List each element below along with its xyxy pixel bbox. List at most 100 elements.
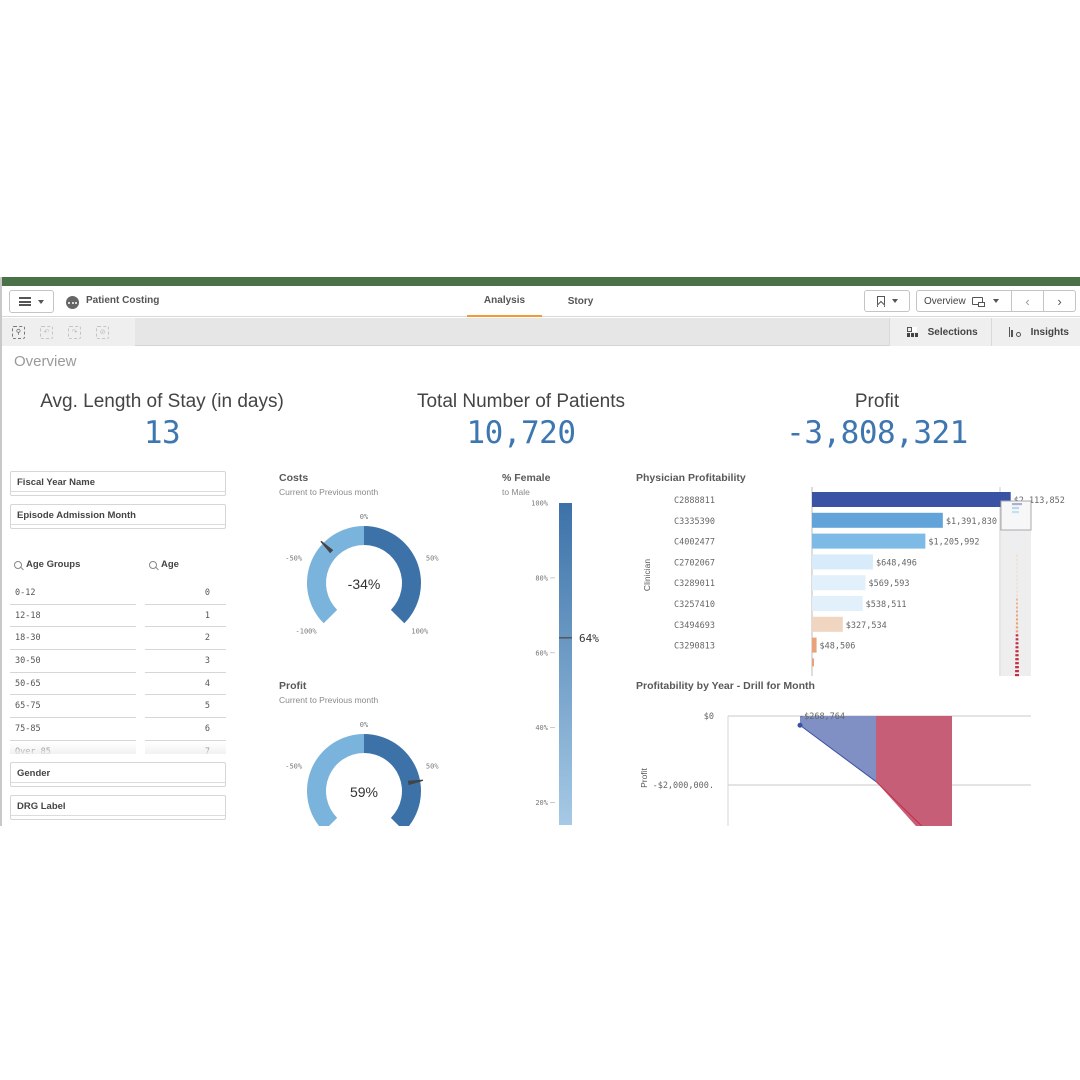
gauge-segment-0: [307, 526, 364, 624]
minimap-bar: [1016, 570, 1018, 573]
step-forward-icon[interactable]: ↷: [68, 325, 81, 339]
category-label: C3335390: [674, 517, 715, 527]
list-item[interactable]: 0: [145, 582, 226, 605]
minimap-bar: [1015, 650, 1019, 653]
minimap-bar: [1015, 654, 1019, 657]
chevron-down-icon: [992, 299, 999, 303]
list-item[interactable]: 30-50: [10, 650, 136, 673]
list-item[interactable]: 6: [145, 718, 226, 741]
category-label: C3494693: [674, 621, 715, 631]
axis-tick-label: 80%: [535, 574, 548, 582]
age-listbox[interactable]: 0 1 2 3 4 5 6 7: [145, 582, 226, 754]
step-back-icon[interactable]: ↶: [40, 325, 53, 339]
physician-profitability-title: Physician Profitability: [636, 472, 746, 484]
axis-tick-label: 60%: [535, 649, 548, 657]
minimap-bar: [1015, 670, 1019, 673]
list-item[interactable]: 1: [145, 605, 226, 628]
filter-drg-label[interactable]: DRG Label: [10, 795, 226, 820]
bar-value-label: $327,534: [846, 621, 887, 631]
kpi-value: 13: [143, 415, 181, 451]
list-item[interactable]: 75-85: [10, 718, 136, 741]
minimap-bar: [1016, 558, 1018, 561]
filter-gender[interactable]: Gender: [10, 762, 226, 787]
list-item[interactable]: 3: [145, 650, 226, 673]
minimap-bar: [1016, 606, 1018, 609]
age-groups-listbox[interactable]: 0-12 12-18 18-30 30-50 50-65 65-75 75-85…: [10, 582, 136, 754]
minimap-bar: [1015, 618, 1019, 621]
costs-gauge-subtitle: Current to Previous month: [279, 487, 379, 497]
app-options-icon[interactable]: [66, 296, 79, 309]
kpi-total-patients[interactable]: Total Number of Patients 10,720: [397, 391, 645, 451]
gauge-value-label: 59%: [350, 784, 378, 800]
area-series-0: [800, 716, 876, 782]
sheet-selector-dropdown[interactable]: Overview: [917, 291, 1012, 311]
bar-value-label: $648,496: [876, 558, 917, 568]
sheet-navigator: Overview ‹ ›: [916, 290, 1076, 312]
list-item[interactable]: 0-12: [10, 582, 136, 605]
minimap-bar: [1016, 582, 1018, 585]
tab-story[interactable]: Story: [543, 286, 618, 317]
profitability-by-year-chart[interactable]: $0 -$2,000,000. Profit -$268,764: [636, 697, 1036, 826]
gauge-value-label: -34%: [348, 576, 381, 592]
insights-button[interactable]: Insights: [990, 318, 1080, 346]
age-groups-header[interactable]: Age Groups: [14, 559, 80, 570]
minimap-bar: [1015, 666, 1019, 669]
profit-gauge-title: Profit: [279, 680, 307, 692]
tab-analysis[interactable]: Analysis: [467, 286, 542, 317]
smart-search-icon[interactable]: ⚲: [12, 325, 25, 339]
costs-gauge[interactable]: -100% -50% 0% 50% 100% -34%: [264, 497, 464, 662]
axis-tick-label: 40%: [535, 724, 548, 732]
minimap-bar: [1016, 590, 1018, 593]
kpi-profit[interactable]: Profit -3,808,321: [747, 391, 1007, 451]
sheet-selector-label: Overview: [924, 295, 966, 307]
list-item[interactable]: 4: [145, 673, 226, 696]
list-item[interactable]: 5: [145, 695, 226, 719]
category-label: C2702067: [674, 558, 715, 568]
filter-fiscal-year-name[interactable]: Fiscal Year Name: [10, 471, 226, 496]
filter-episode-admission-month[interactable]: Episode Admission Month: [10, 504, 226, 529]
listbox-fade: [145, 742, 226, 754]
list-item[interactable]: 18-30: [10, 627, 136, 651]
brand-bar: [2, 277, 1080, 286]
female-bar-subtitle: to Male: [502, 487, 530, 497]
minimap-bar: [1016, 538, 1018, 541]
gauge-tick-label: -50%: [285, 762, 303, 770]
minimap-bar: [1016, 562, 1018, 565]
gauge-segment-0: [307, 734, 364, 826]
clear-selections-icon[interactable]: ⊘: [96, 325, 109, 339]
age-header[interactable]: Age: [149, 559, 179, 570]
female-bar-title: % Female: [502, 472, 551, 484]
female-percent-bar[interactable]: 100% 80% 60% 40% 20% 64%: [502, 500, 622, 826]
bar: [812, 575, 866, 591]
minimap-bar: [1015, 646, 1019, 649]
sheet-icon: [971, 297, 985, 307]
minimap-bar: [1016, 602, 1018, 605]
app-title: Patient Costing: [86, 295, 160, 306]
category-label: C3289011: [674, 579, 715, 589]
next-sheet-button[interactable]: ›: [1044, 291, 1075, 311]
list-item[interactable]: 50-65: [10, 673, 136, 696]
profit-gauge[interactable]: -50% 0% 50% 59%: [264, 705, 464, 826]
bookmarks-button[interactable]: [864, 290, 910, 312]
kpi-avg-length-of-stay[interactable]: Avg. Length of Stay (in days) 13: [32, 391, 292, 451]
chevron-down-icon: [891, 299, 898, 303]
bar-value-label: $569,593: [869, 579, 910, 589]
previous-sheet-button[interactable]: ‹: [1012, 291, 1044, 311]
list-item[interactable]: 2: [145, 627, 226, 651]
gauge-tick-label: -100%: [296, 627, 318, 635]
list-item[interactable]: 12-18: [10, 605, 136, 628]
global-menu-button[interactable]: [9, 290, 54, 313]
search-icon: [14, 560, 22, 569]
profit-gauge-subtitle: Current to Previous month: [279, 695, 379, 705]
minimap-bar: [1016, 578, 1018, 581]
gauge-segment-1: [364, 734, 421, 826]
filter-label: Gender: [17, 768, 51, 779]
profitability-by-year-title: Profitability by Year - Drill for Month: [636, 680, 815, 692]
physician-profitability-chart[interactable]: ClinicianC2888811 $2,113,852C3335390 $1,39…: [636, 487, 1065, 677]
selections-button[interactable]: Selections: [888, 318, 991, 346]
bar: [812, 533, 926, 549]
list-item[interactable]: 65-75: [10, 695, 136, 719]
sheet-canvas: Overview Avg. Length of Stay (in days) 1…: [2, 347, 1080, 826]
bar: [812, 637, 817, 653]
listbox-fade: [10, 742, 136, 754]
